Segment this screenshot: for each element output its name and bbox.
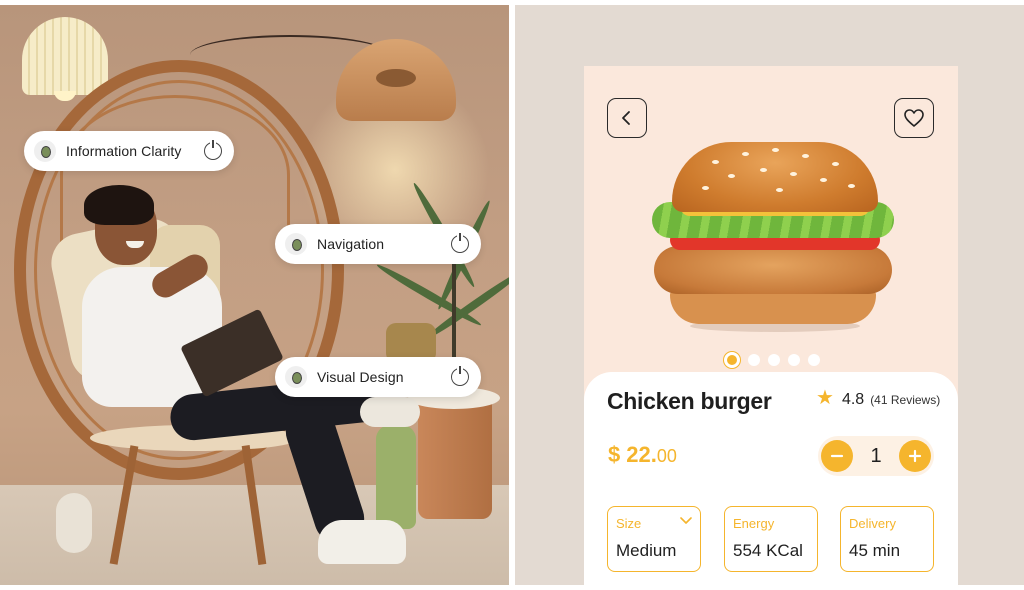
heart-icon <box>904 109 924 127</box>
increase-quantity-button[interactable] <box>899 440 931 472</box>
plus-icon <box>908 449 922 463</box>
sesame-seed <box>848 184 855 188</box>
product-detail-screen: Chicken burger ★ 4.8 (41 Reviews) $ 22. … <box>584 66 958 585</box>
sesame-seed <box>832 162 839 166</box>
sesame-seed <box>790 172 797 176</box>
pill-information-clarity[interactable]: Information Clarity <box>24 131 234 171</box>
sesame-seed <box>702 186 709 190</box>
pill-visual-design[interactable]: Visual Design <box>275 357 481 397</box>
power-icon[interactable] <box>451 233 469 253</box>
price-cents: 00 <box>656 446 677 466</box>
sesame-seed <box>742 152 749 156</box>
pendant-lamp <box>22 17 108 95</box>
carousel-dot[interactable] <box>808 354 820 366</box>
size-value: Medium <box>616 541 677 560</box>
sesame-seed <box>728 174 735 178</box>
bun-top <box>672 142 878 212</box>
chicken-patty <box>654 246 892 294</box>
energy-label: Energy <box>733 516 775 531</box>
sesame-seed <box>772 148 779 152</box>
sesame-seed <box>760 168 767 172</box>
lifestyle-photo: Information Clarity Navigation Visual De… <box>0 5 509 585</box>
decrease-quantity-button[interactable] <box>821 440 853 472</box>
energy-info: Energy 554 KCal <box>724 506 818 572</box>
delivery-info: Delivery 45 min <box>840 506 934 572</box>
quantity-value: 1 <box>870 444 882 467</box>
product-rating: ★ 4.8 (41 Reviews) <box>816 388 940 409</box>
star-icon: ★ <box>816 387 834 409</box>
rating-value: 4.8 <box>841 391 865 408</box>
product-info-sheet: Chicken burger ★ 4.8 (41 Reviews) $ 22. … <box>584 372 958 585</box>
pill-label: Navigation <box>317 236 385 252</box>
sesame-seed <box>802 154 809 158</box>
energy-value: 554 KCal <box>733 541 803 560</box>
review-count[interactable]: (41 Reviews) <box>870 393 940 407</box>
power-icon[interactable] <box>451 366 469 386</box>
wall-lamp-opening <box>376 69 416 87</box>
pill-label: Visual Design <box>317 369 404 385</box>
side-table <box>418 393 492 519</box>
avatar-icon <box>285 366 307 388</box>
sesame-seed <box>776 188 783 192</box>
sesame-seed <box>820 178 827 182</box>
delivery-label: Delivery <box>849 516 896 531</box>
product-image <box>650 142 896 332</box>
power-icon[interactable] <box>204 140 222 160</box>
chair-foot <box>56 493 92 553</box>
pill-navigation[interactable]: Navigation <box>275 224 481 264</box>
price-currency: $ <box>608 442 621 467</box>
product-title: Chicken burger <box>607 388 772 414</box>
person-shoe <box>318 520 406 564</box>
avatar-icon <box>285 233 307 255</box>
product-price: $ 22. 00 <box>608 442 677 468</box>
carousel-dot[interactable] <box>788 354 800 366</box>
price-whole: 22. <box>626 442 657 467</box>
carousel-dot[interactable] <box>748 354 760 366</box>
favorite-button[interactable] <box>894 98 934 138</box>
person-hair <box>84 185 154 225</box>
person-shoe <box>360 397 420 427</box>
pendant-bulb <box>54 91 76 101</box>
carousel-indicator[interactable] <box>724 352 820 368</box>
size-selector[interactable]: Size Medium <box>607 506 701 572</box>
chevron-down-icon <box>680 517 692 524</box>
minus-icon <box>830 454 844 458</box>
sesame-seed <box>712 160 719 164</box>
avatar-icon <box>34 140 56 162</box>
back-button[interactable] <box>607 98 647 138</box>
carousel-dot-active[interactable] <box>724 352 740 368</box>
green-vase <box>376 425 416 529</box>
delivery-value: 45 min <box>849 541 901 560</box>
carousel-dot[interactable] <box>768 354 780 366</box>
pill-label: Information Clarity <box>66 143 182 159</box>
quantity-stepper: 1 <box>818 436 934 476</box>
chevron-left-icon <box>622 111 630 125</box>
